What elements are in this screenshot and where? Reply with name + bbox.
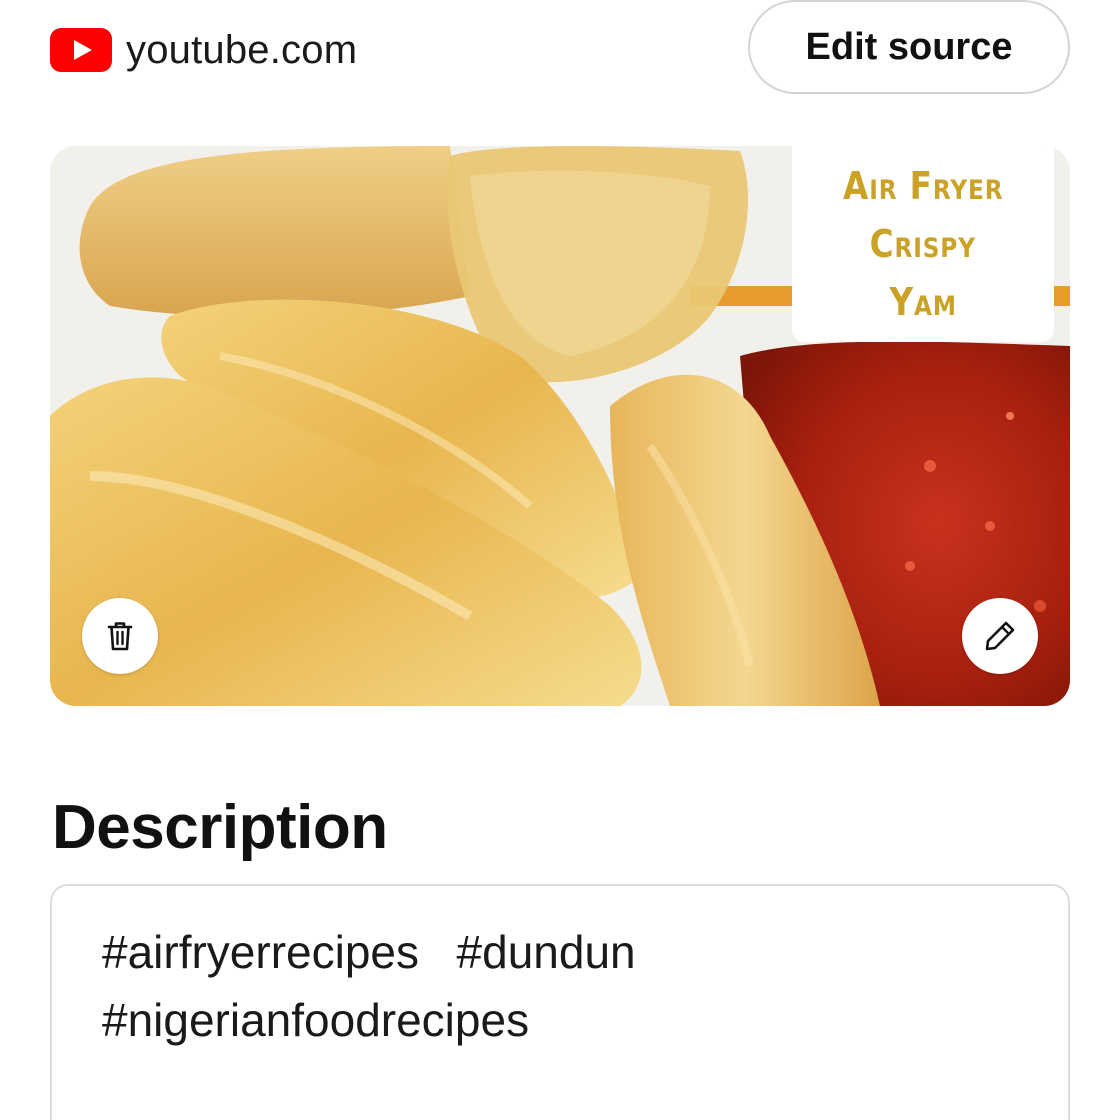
description-field[interactable]: #airfryerrecipes #dundun #nigerianfoodre… [50, 884, 1070, 1120]
description-heading: Description [52, 793, 388, 862]
edit-image-button[interactable] [962, 598, 1038, 674]
trash-icon [107, 622, 133, 651]
edit-source-button[interactable]: Edit source [748, 0, 1070, 94]
overlay-title-line: Air Fryer [842, 164, 1004, 208]
description-text: #airfryerrecipes #dundun #nigerianfoodre… [102, 926, 636, 1046]
pencil-icon [985, 621, 1015, 651]
overlay-title-line: Crispy [869, 222, 977, 266]
pin-image-card: Air Fryer Crispy Yam [50, 146, 1070, 706]
youtube-logo-icon [50, 28, 112, 72]
source-link[interactable]: youtube.com [50, 24, 357, 76]
source-domain: youtube.com [126, 27, 358, 72]
pin-title-overlay: Air Fryer Crispy Yam [792, 146, 1054, 342]
delete-image-button[interactable] [82, 598, 158, 674]
pin-edit-page: youtube.com Edit source Air Fryer Crispy… [0, 0, 1120, 1120]
overlay-title-line: Yam [889, 280, 957, 324]
source-row: youtube.com Edit source [50, 0, 1070, 98]
